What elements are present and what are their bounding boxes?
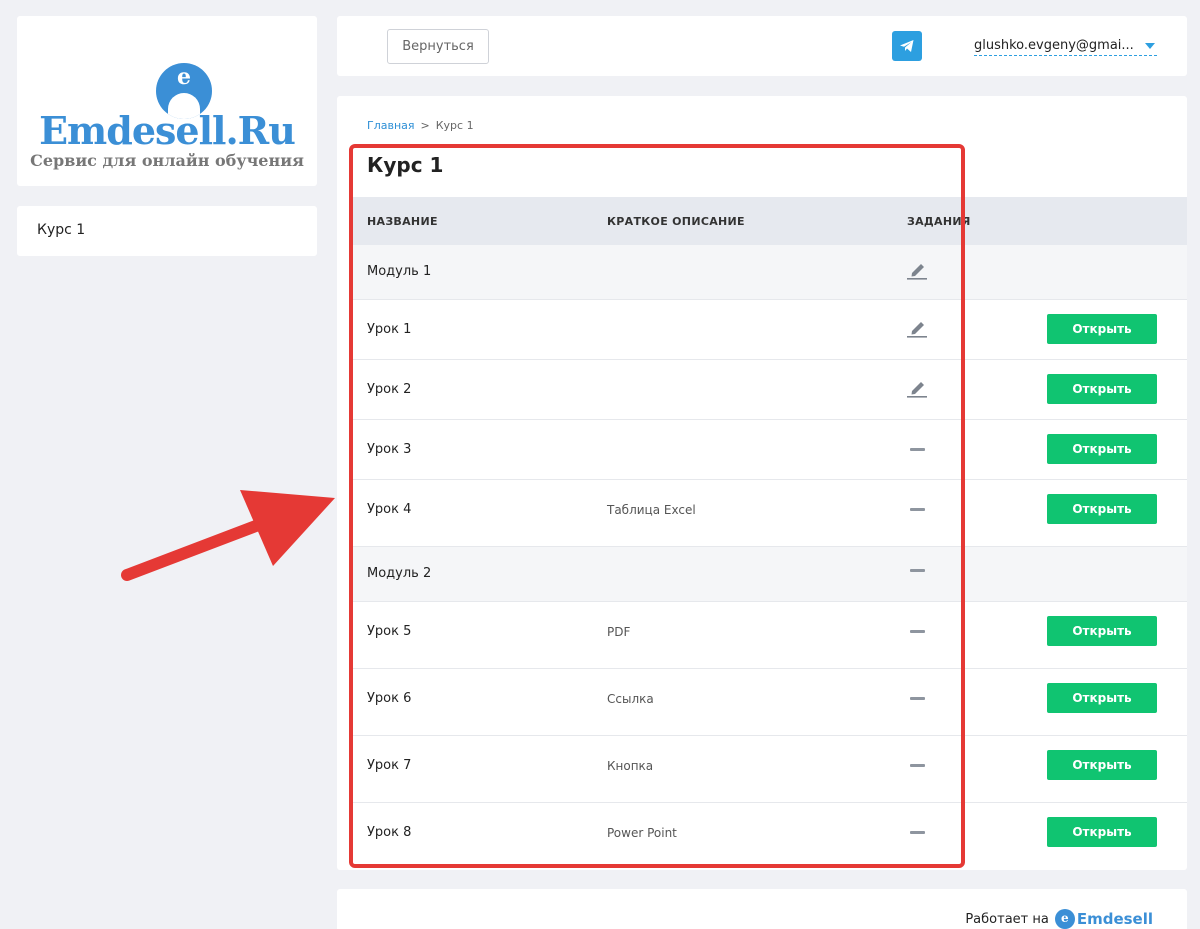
- open-lesson-button[interactable]: Открыть: [1047, 374, 1157, 404]
- pencil-icon[interactable]: [905, 378, 929, 398]
- telegram-icon: [900, 40, 914, 52]
- open-lesson-button[interactable]: Открыть: [1047, 314, 1157, 344]
- logo-letter: e: [177, 64, 191, 90]
- row-name: Урок 6: [367, 691, 412, 706]
- footer: Работает на e Emdesell: [337, 889, 1187, 929]
- row-name: Урок 8: [367, 825, 412, 840]
- footer-brand-link[interactable]: e Emdesell: [1054, 909, 1153, 929]
- annotation-arrow-icon: [121, 490, 335, 581]
- column-header-description: КРАТКОЕ ОПИСАНИЕ: [607, 215, 745, 228]
- open-lesson-button[interactable]: Открыть: [1047, 434, 1157, 464]
- column-header-name: НАЗВАНИЕ: [367, 215, 438, 228]
- row-name: Модуль 1: [367, 264, 432, 279]
- open-lesson-button[interactable]: Открыть: [1047, 817, 1157, 847]
- open-lesson-button[interactable]: Открыть: [1047, 616, 1157, 646]
- breadcrumb-separator: >: [420, 119, 430, 132]
- user-email: glushko.evgeny@gmai...: [974, 38, 1134, 53]
- user-menu[interactable]: glushko.evgeny@gmai...: [974, 36, 1157, 56]
- sidebar: Курс 1: [17, 206, 317, 256]
- column-header-tasks: ЗАДАНИЯ: [907, 215, 971, 228]
- row-description: Ссылка: [607, 692, 654, 706]
- footer-brand-name: Emdesell: [1076, 910, 1153, 928]
- dash-icon: [910, 697, 925, 700]
- powered-by-label: Работает на: [965, 911, 1049, 927]
- row-name: Урок 2: [367, 382, 412, 397]
- row-name: Урок 1: [367, 322, 412, 337]
- brand-logo-icon: e: [1054, 909, 1075, 929]
- pencil-icon[interactable]: [905, 260, 929, 280]
- chevron-down-icon: [1145, 43, 1155, 49]
- lesson-row: Урок 5 PDF Открыть: [352, 602, 1187, 669]
- dash-icon: [910, 831, 925, 834]
- row-description: PDF: [607, 625, 631, 639]
- dash-icon: [910, 448, 925, 451]
- back-button[interactable]: Вернуться: [387, 29, 489, 64]
- dash-icon: [910, 508, 925, 511]
- lesson-row: Урок 7 Кнопка Открыть: [352, 736, 1187, 803]
- module-row: Модуль 2: [352, 547, 1187, 602]
- dash-icon: [910, 764, 925, 767]
- row-description: Таблица Excel: [607, 503, 696, 517]
- breadcrumb-current: Курс 1: [435, 119, 474, 132]
- breadcrumb: Главная > Курс 1: [367, 119, 474, 132]
- pencil-icon[interactable]: [905, 318, 929, 338]
- top-bar: Вернуться glushko.evgeny@gmai...: [337, 16, 1187, 76]
- lesson-row: Урок 6 Ссылка Открыть: [352, 669, 1187, 736]
- table-header: НАЗВАНИЕ КРАТКОЕ ОПИСАНИЕ ЗАДАНИЯ: [352, 197, 1187, 245]
- powered-by: Работает на e Emdesell: [965, 909, 1153, 929]
- row-name: Урок 7: [367, 758, 412, 773]
- lesson-row: Урок 4 Таблица Excel Открыть: [352, 480, 1187, 547]
- page-title: Курс 1: [367, 153, 444, 177]
- row-name: Урок 3: [367, 442, 412, 457]
- row-name: Модуль 2: [367, 566, 432, 581]
- row-name: Урок 5: [367, 624, 412, 639]
- lesson-row: Урок 1 Открыть: [352, 300, 1187, 360]
- module-row: Модуль 1: [352, 245, 1187, 300]
- telegram-button[interactable]: [892, 31, 922, 61]
- row-name: Урок 4: [367, 502, 412, 517]
- dash-icon: [910, 569, 925, 572]
- logo-tagline: Сервис для онлайн обучения: [30, 151, 304, 170]
- open-lesson-button[interactable]: Открыть: [1047, 683, 1157, 713]
- breadcrumb-home-link[interactable]: Главная: [367, 119, 415, 132]
- logo-title: Emdesell.Ru: [39, 108, 296, 153]
- course-content: Главная > Курс 1 Курс 1 НАЗВАНИЕ КРАТКОЕ О…: [337, 96, 1187, 870]
- sidebar-item-course-1[interactable]: Курс 1: [37, 222, 85, 238]
- row-description: Power Point: [607, 826, 677, 840]
- logo-card: e Emdesell.Ru Сервис для онлайн обучения: [17, 16, 317, 186]
- open-lesson-button[interactable]: Открыть: [1047, 750, 1157, 780]
- lesson-row: Урок 8 Power Point Открыть: [352, 803, 1187, 870]
- lesson-row: Урок 2 Открыть: [352, 360, 1187, 420]
- dash-icon: [910, 630, 925, 633]
- row-description: Кнопка: [607, 759, 654, 773]
- open-lesson-button[interactable]: Открыть: [1047, 494, 1157, 524]
- lesson-row: Урок 3 Открыть: [352, 420, 1187, 480]
